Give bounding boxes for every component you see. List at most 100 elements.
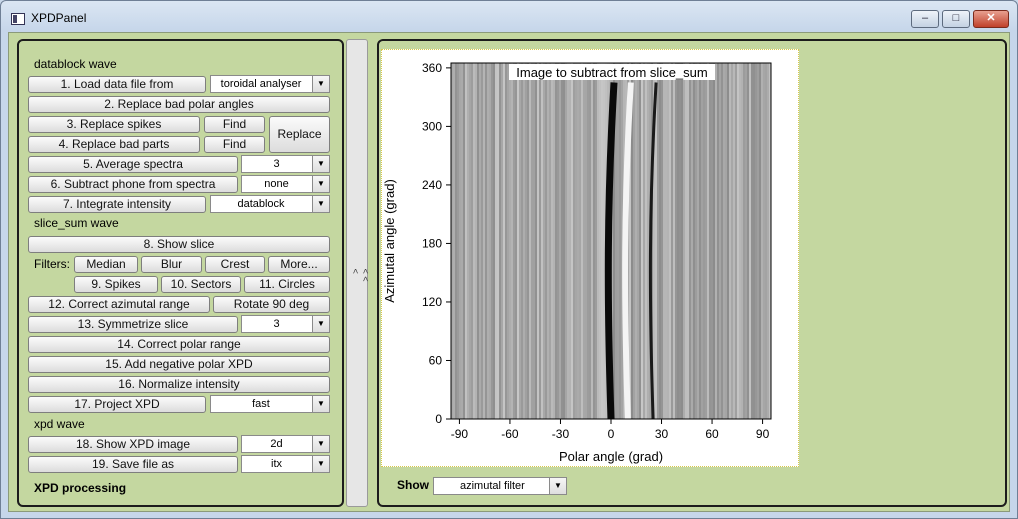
rotate-90-button[interactable]: Rotate 90 deg	[213, 296, 330, 313]
heatmap-streak	[689, 63, 691, 419]
heatmap-streak	[491, 63, 493, 419]
close-button[interactable]: ✕	[973, 10, 1009, 28]
integrate-intensity-button[interactable]: 7. Integrate intensity	[28, 196, 206, 213]
xpd-image-mode-select[interactable]: 2d ▼	[241, 435, 330, 453]
show-xpd-image-button[interactable]: 18. Show XPD image	[28, 436, 238, 453]
title-bar[interactable]: XPDPanel – □ ✕	[1, 1, 1017, 33]
average-count-select[interactable]: 3 ▼	[241, 155, 330, 173]
more-filters-button[interactable]: More...	[268, 256, 330, 273]
heatmap-streak	[659, 63, 661, 419]
replace-bad-polar-angles-button[interactable]: 2. Replace bad polar angles	[28, 96, 330, 113]
chevron-down-icon[interactable]: ▼	[312, 196, 329, 212]
load-data-file-button[interactable]: 1. Load data file from	[28, 76, 206, 93]
chevron-down-icon[interactable]: ▼	[312, 176, 329, 192]
chevron-down-icon[interactable]: ▼	[549, 478, 566, 494]
heatmap-streak	[725, 63, 727, 419]
collapse-chevrons-icon[interactable]: < < <	[351, 269, 371, 282]
save-file-as-button[interactable]: 19. Save file as	[28, 456, 238, 473]
x-tick-label: 0	[608, 427, 615, 441]
correct-polar-range-button[interactable]: 14. Correct polar range	[28, 336, 330, 353]
heatmap-streak	[729, 63, 731, 419]
heatmap-streak	[581, 63, 583, 419]
heatmap-streak	[479, 63, 481, 419]
heatmap-streak	[531, 63, 533, 419]
average-spectra-button[interactable]: 5. Average spectra	[28, 156, 238, 173]
heatmap-streak	[767, 63, 769, 419]
chevron-down-icon[interactable]: ▼	[312, 396, 329, 412]
integrate-source-select[interactable]: datablock ▼	[210, 195, 330, 213]
chevron-down-icon[interactable]: ▼	[312, 156, 329, 172]
heatmap-streak	[585, 63, 587, 419]
crest-filter-button[interactable]: Crest	[205, 256, 265, 273]
heatmap-streak	[701, 63, 703, 419]
heatmap-streak	[537, 63, 539, 419]
heatmap-streak	[589, 63, 591, 419]
heatmap-streak	[603, 63, 605, 419]
heatmap-streak	[573, 63, 575, 419]
subtract-phone-button[interactable]: 6. Subtract phone from spectra	[28, 176, 238, 193]
heatmap-streak	[709, 63, 711, 419]
symmetrize-slice-button[interactable]: 13. Symmetrize slice	[28, 316, 238, 333]
y-tick-label: 0	[435, 412, 442, 426]
heatmap-streak	[749, 63, 751, 419]
data-source-select[interactable]: toroidal analyser ▼	[210, 75, 330, 93]
minimize-button[interactable]: –	[911, 10, 939, 28]
y-tick-label: 120	[422, 295, 442, 309]
save-format-select[interactable]: itx ▼	[241, 455, 330, 473]
find-spikes-button[interactable]: Find	[204, 116, 265, 133]
find-bad-parts-button[interactable]: Find	[204, 136, 265, 153]
heatmap-streak	[679, 63, 681, 419]
project-xpd-button[interactable]: 17. Project XPD	[28, 396, 206, 413]
normalize-intensity-button[interactable]: 16. Normalize intensity	[28, 376, 330, 393]
heatmap-streak	[669, 63, 671, 419]
heatmap-streak	[509, 63, 511, 419]
chevron-down-icon[interactable]: ▼	[312, 316, 329, 332]
heatmap-streak	[647, 63, 649, 419]
image-display-panel: -90 -60 -30 0 30 60 90 0 60 120 180 240 300 360 Imag…	[377, 39, 1007, 507]
show-mode-select[interactable]: azimutal filter ▼	[433, 477, 567, 495]
projection-mode-select[interactable]: fast ▼	[210, 395, 330, 413]
sectors-filter-button[interactable]: 10. Sectors	[161, 276, 241, 293]
heatmap-streak	[643, 63, 645, 419]
blur-filter-button[interactable]: Blur	[141, 256, 202, 273]
heatmap-streak	[527, 63, 529, 419]
heatmap-streak	[741, 63, 743, 419]
replace-bad-parts-button[interactable]: 4. Replace bad parts	[28, 136, 200, 153]
heatmap-streak	[521, 63, 523, 419]
heatmap-streak	[723, 63, 725, 419]
heatmap-streak	[755, 63, 757, 419]
subtract-phone-select[interactable]: none ▼	[241, 175, 330, 193]
maximize-button[interactable]: □	[942, 10, 970, 28]
heatmap-streak	[453, 63, 455, 419]
heatmap-streak	[719, 63, 721, 419]
y-axis-label: Azimutal angle (grad)	[382, 179, 397, 303]
chevron-down-icon[interactable]: ▼	[312, 76, 329, 92]
panel-splitter[interactable]: < < <	[346, 39, 371, 507]
show-slice-button[interactable]: 8. Show slice	[28, 236, 330, 253]
heatmap-streak	[515, 63, 517, 419]
heatmap-streak	[641, 63, 643, 419]
y-tick-label: 360	[422, 61, 442, 75]
heatmap-streak	[661, 63, 663, 419]
chevron-down-icon[interactable]: ▼	[312, 436, 329, 452]
spikes-filter-button[interactable]: 9. Spikes	[74, 276, 158, 293]
heatmap-streak	[763, 63, 765, 419]
chevron-down-icon[interactable]: ▼	[312, 456, 329, 472]
median-filter-button[interactable]: Median	[74, 256, 138, 273]
circles-filter-button[interactable]: 11. Circles	[244, 276, 330, 293]
plot-area[interactable]: -90 -60 -30 0 30 60 90 0 60 120 180 240 300 360 Imag…	[381, 49, 799, 467]
symmetry-order-select[interactable]: 3 ▼	[241, 315, 330, 333]
add-negative-polar-xpd-button[interactable]: 15. Add negative polar XPD	[28, 356, 330, 373]
x-tick-label: -60	[501, 427, 519, 441]
heatmap-streak	[645, 63, 647, 419]
heatmap-streak	[619, 63, 621, 419]
replace-button[interactable]: Replace	[269, 116, 330, 153]
heatmap-streak	[485, 63, 487, 419]
heatmap-streak	[543, 63, 545, 419]
correct-azimutal-range-button[interactable]: 12. Correct azimutal range	[28, 296, 210, 313]
heatmap-streak	[711, 63, 713, 419]
replace-spikes-button[interactable]: 3. Replace spikes	[28, 116, 200, 133]
x-axis: -90 -60 -30 0 30 60 90	[451, 419, 770, 441]
heatmap-streak	[665, 63, 667, 419]
y-tick-label: 300	[422, 119, 442, 133]
